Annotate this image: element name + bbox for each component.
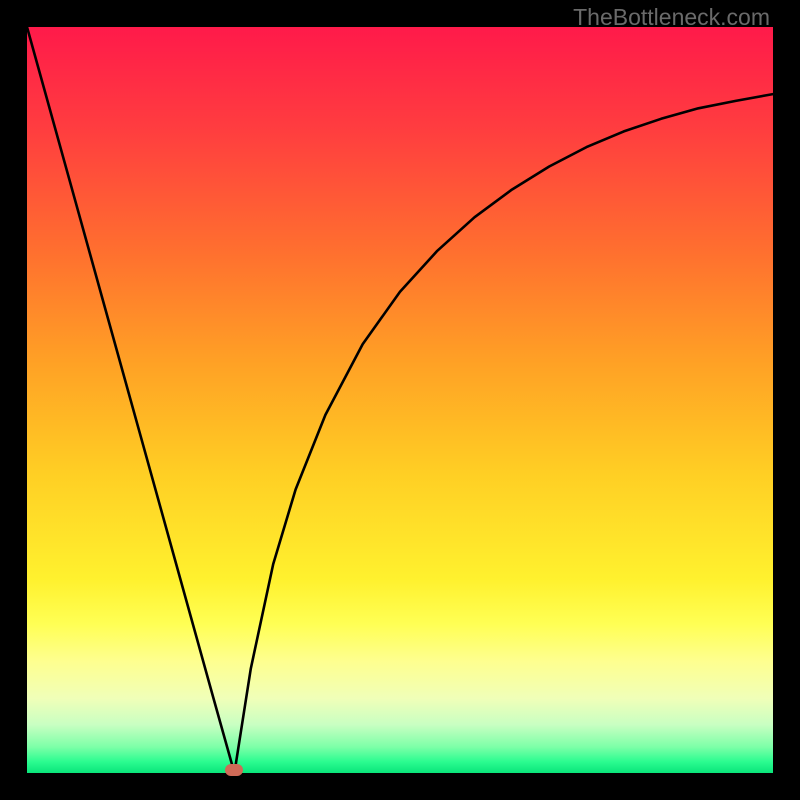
chart-marker-dot [225,764,243,776]
chart-curve [27,27,773,773]
chart-curve-layer [27,27,773,773]
chart-frame [27,27,773,773]
